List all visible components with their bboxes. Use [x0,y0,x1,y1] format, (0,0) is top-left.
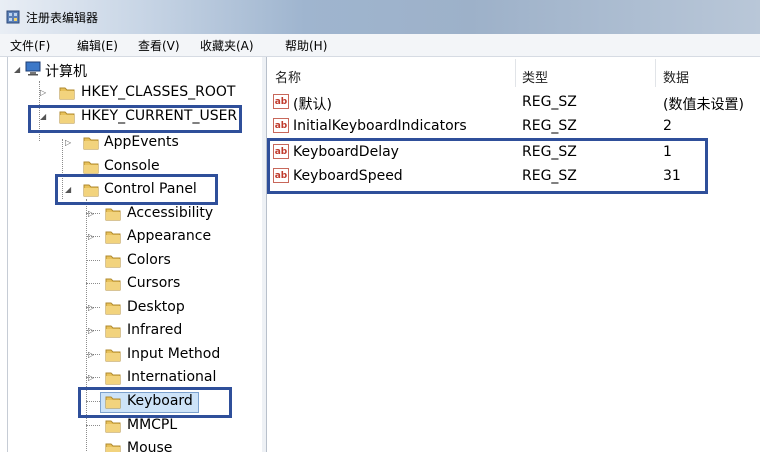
tree-item-appevents[interactable]: ▷ AppEvents [8,132,258,154]
menu-favorites[interactable]: 收藏夹(A) [200,37,254,54]
column-header-type[interactable]: 类型 [522,67,548,86]
menu-view[interactable]: 查看(V) [138,37,180,54]
highlight-box-hkey-current-user [28,105,242,133]
value-row[interactable]: ab InitialKeyboardIndicators REG_SZ 2 [267,114,760,138]
folder-icon [105,208,121,221]
title-bar: 注册表编辑器 [0,0,760,34]
tree-item-desktop[interactable]: ▷ Desktop [8,297,258,319]
tree-item-mouse[interactable]: Mouse [8,438,258,452]
tree-item-mmcpl[interactable]: MMCPL [8,415,258,437]
tree-label: Console [104,158,160,174]
value-name: InitialKeyboardIndicators [293,118,467,134]
tree-label: MMCPL [127,417,178,433]
menu-edit[interactable]: 编辑(E) [77,37,118,54]
value-row[interactable]: ab (默认) REG_SZ (数值未设置) [267,90,760,114]
expand-arrow-icon[interactable]: ▷ [88,209,94,218]
folder-icon [105,302,121,315]
tree-label: Mouse [127,440,173,452]
column-divider[interactable] [655,59,656,87]
column-divider[interactable] [515,59,516,87]
tree-item-computer[interactable]: ◢ 计算机 [8,59,258,81]
menu-file[interactable]: 文件(F) [10,37,50,54]
folder-icon [59,87,75,100]
collapse-arrow-icon[interactable]: ◢ [14,65,20,74]
string-value-icon: ab [273,118,289,133]
tree-label: AppEvents [104,134,179,150]
expand-arrow-icon[interactable]: ▷ [88,373,94,382]
value-data: 2 [663,118,672,134]
tree-item-infrared[interactable]: ▷ Infrared [8,320,258,342]
folder-icon [105,231,121,244]
highlight-box-keyboard [78,387,232,418]
value-type: REG_SZ [522,118,577,134]
tree-label: Appearance [127,228,212,244]
tree-item-colors[interactable]: Colors [8,250,258,272]
tree-item-input-method[interactable]: ▷ Input Method [8,344,258,366]
string-value-icon: ab [273,94,289,109]
tree-label: Cursors [127,275,181,291]
expand-arrow-icon[interactable]: ▷ [88,350,94,359]
tree-item-accessibility[interactable]: ▷ Accessibility [8,203,258,225]
menu-bar: 文件(F) 编辑(E) 查看(V) 收藏夹(A) 帮助(H) [0,34,760,57]
expand-arrow-icon[interactable]: ▷ [88,303,94,312]
folder-icon [105,420,121,433]
column-header-data[interactable]: 数据 [663,67,689,86]
highlight-box-control-panel [55,174,218,205]
tree-label: International [127,369,217,385]
column-header-name[interactable]: 名称 [275,67,301,86]
expand-arrow-icon[interactable]: ▷ [65,138,71,147]
value-data: (数值未设置) [663,97,744,113]
tree-item-international[interactable]: ▷ International [8,367,258,389]
expand-arrow-icon[interactable]: ▷ [40,88,46,97]
tree-item-appearance[interactable]: ▷ Appearance [8,226,258,248]
folder-icon [83,137,99,150]
registry-editor-icon [6,10,20,24]
expand-arrow-icon[interactable]: ▷ [88,232,94,241]
computer-icon [25,61,41,76]
menu-help[interactable]: 帮助(H) [285,37,327,54]
tree-label: HKEY_CLASSES_ROOT [81,84,236,100]
tree-label: Input Method [127,346,221,362]
tree-label: 计算机 [45,64,87,80]
tree-label: Colors [127,252,171,268]
value-type: REG_SZ [522,94,577,110]
column-headers: 名称 类型 数据 [267,57,760,89]
tree-label: Desktop [127,299,185,315]
folder-icon [105,372,121,385]
folder-icon [105,255,121,268]
highlight-box-keyboard-values [267,138,708,194]
value-name: (默认) [293,97,332,113]
expand-arrow-icon[interactable]: ▷ [88,326,94,335]
tree-label: Infrared [127,322,183,338]
folder-icon [105,349,121,362]
folder-icon [105,443,121,452]
tree-item-hkey-classes-root[interactable]: ▷ HKEY_CLASSES_ROOT [8,82,258,104]
folder-icon [83,161,99,174]
folder-icon [105,278,121,291]
tree-item-cursors[interactable]: Cursors [8,273,258,295]
window-title: 注册表编辑器 [26,11,99,25]
folder-icon [105,325,121,338]
value-list[interactable]: 名称 类型 数据 ab (默认) REG_SZ (数值未设置) ab Initi… [267,57,760,452]
tree-label: Accessibility [127,205,214,221]
